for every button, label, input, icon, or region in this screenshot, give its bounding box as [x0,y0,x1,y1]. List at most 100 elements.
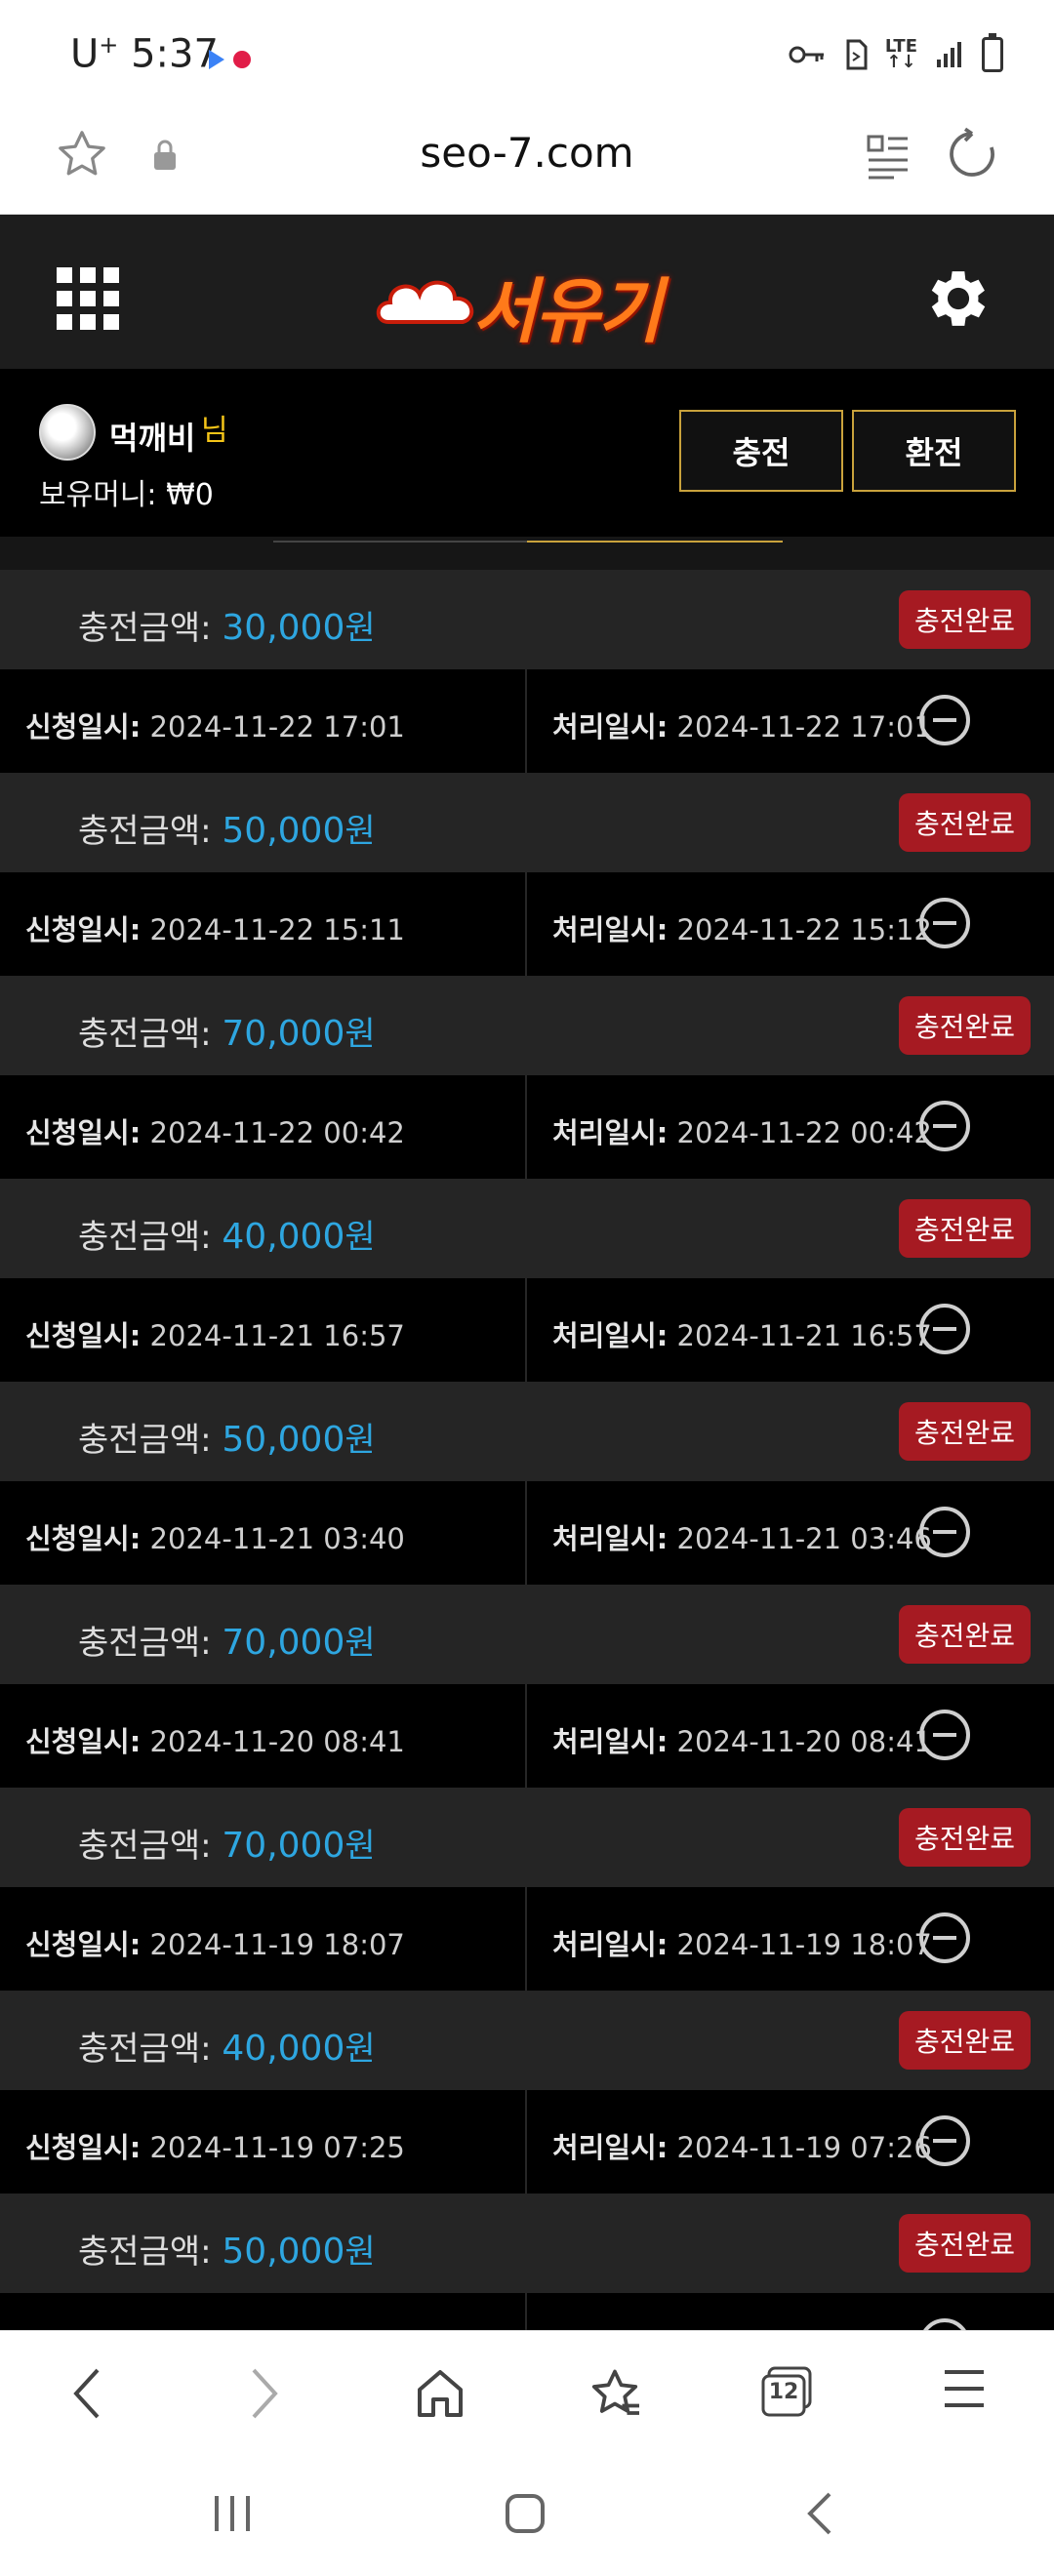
history-tabs [0,537,1054,570]
column-divider [525,2293,527,2330]
amount-value: 40,000 [222,1217,345,1257]
amount-unit: 원 [345,2030,376,2069]
process-date: 처리일시: 2024-11-20 08:41 [552,1719,932,1760]
amount-row: 충전금액: 40,000원 충전완료 [0,1991,1054,2090]
cloud-icon [376,280,474,324]
status-badge: 충전완료 [898,1605,1031,1664]
date-row: 신청일시: 2024-11-22 17:01 처리일시: 2024-11-22 … [0,669,1054,773]
request-date-value: 2024-11-21 16:57 [149,1319,405,1352]
list-item: 충전금액: 50,000원 충전완료 신청일시: 2024-11-21 03:4… [0,1382,1054,1585]
process-date-label: 처리일시: [552,1116,669,1149]
remove-circle-icon[interactable] [917,1099,972,1153]
request-date: 신청일시: 2024-11-22 00:42 [25,1110,405,1151]
list-item: 충전금액: 70,000원 충전완료 신청일시: 2024-11-19 18:0… [0,1788,1054,1991]
reload-icon[interactable] [945,127,999,181]
amount-text: 충전금액: 50,000원 [78,2225,376,2273]
date-row: 신청일시: 2024-11-20 08:41 처리일시: 2024-11-20 … [0,1684,1054,1788]
balance: 보유머니: ₩0 [39,470,214,513]
media-notification-icon [209,49,224,69]
amount-label: 충전금액: [78,1421,212,1460]
status-badge: 충전완료 [898,2011,1031,2070]
back-icon[interactable] [68,2364,107,2423]
tab-active-indicator[interactable] [527,537,783,543]
list-item: 충전금액: 30,000원 충전완료 신청일시: 2024-11-22 17:0… [0,570,1054,773]
site-logo[interactable]: 서유기 [375,244,677,352]
charge-button[interactable]: 충전 [679,410,843,492]
amount-row: 충전금액: 70,000원 충전완료 [0,1788,1054,1887]
list-item: 충전금액: 70,000원 충전완료 신청일시: 2024-11-22 00:4… [0,976,1054,1179]
column-divider [525,1887,527,1991]
list-item: 충전금액: 50,000원 충전완료 신청일시: 처리일시: [0,2194,1054,2330]
settings-gear-icon[interactable] [921,262,995,336]
status-bar: U+ 5:37 LTE ↑↓ [0,0,1054,107]
request-date-label: 신청일시: [25,710,142,744]
tabs-button[interactable]: 12 [759,2364,814,2419]
bookmarks-icon[interactable] [586,2364,644,2423]
remove-circle-icon[interactable] [917,693,972,747]
amount-text: 충전금액: 70,000원 [78,1819,376,1867]
process-date: 처리일시: 2024-11-21 16:57 [552,1313,932,1354]
browser-toolbar: 12 [0,2330,1054,2457]
amount-value: 50,000 [222,1420,345,1460]
reader-mode-icon[interactable] [865,131,912,181]
exchange-button[interactable]: 환전 [852,410,1016,492]
process-date: 처리일시: 2024-11-19 07:26 [552,2125,932,2166]
remove-circle-icon[interactable] [917,896,972,950]
remove-circle-icon[interactable] [917,1708,972,1762]
request-date-value: 2024-11-21 03:40 [149,1522,405,1555]
signal-icon [937,42,961,67]
process-date-value: 2024-11-22 00:42 [676,1116,932,1149]
amount-text: 충전금액: 30,000원 [78,601,376,649]
status-badge: 충전완료 [898,1808,1031,1867]
tab-charge-history[interactable] [273,537,527,543]
request-date-label: 신청일시: [25,1725,142,1758]
recent-apps-icon[interactable] [209,2490,256,2537]
process-date-label: 처리일시: [552,710,669,744]
process-date-label: 처리일시: [552,1522,669,1555]
request-date-label: 신청일시: [25,1116,142,1149]
date-row: 신청일시: 처리일시: [0,2293,1054,2330]
request-date-label: 신청일시: [25,1928,142,1961]
process-date-value: 2024-11-19 07:26 [676,2131,932,2164]
remove-circle-icon[interactable] [917,1302,972,1356]
site-header: 서유기 [0,215,1054,369]
process-date-value: 2024-11-21 16:57 [676,1319,932,1352]
home-icon[interactable] [414,2364,466,2423]
request-date-label: 신청일시: [25,1522,142,1555]
amount-unit: 원 [345,1421,376,1460]
request-date-label: 신청일시: [25,2131,142,2164]
process-date-value: 2024-11-19 18:07 [676,1928,932,1961]
forward-icon[interactable] [244,2364,283,2423]
amount-row: 충전금액: 70,000원 충전완료 [0,976,1054,1075]
hamburger-menu-icon[interactable] [941,2364,988,2413]
amount-unit: 원 [345,1624,376,1663]
remove-circle-icon[interactable] [917,2316,972,2330]
process-date-value: 2024-11-22 15:12 [676,913,932,946]
system-back-icon[interactable] [802,2490,841,2537]
key-icon [789,46,824,63]
status-badge: 충전완료 [898,590,1031,649]
status-badge: 충전완료 [898,1402,1031,1461]
home-button-icon[interactable] [502,2490,548,2537]
column-divider [525,2090,527,2194]
process-date-label: 처리일시: [552,1928,669,1961]
amount-unit: 원 [345,1015,376,1054]
tab-count: 12 [768,2380,799,2404]
process-date-value: 2024-11-21 03:46 [676,1522,932,1555]
request-date-value: 2024-11-19 07:25 [149,2131,405,2164]
amount-row: 충전금액: 50,000원 충전완료 [0,2194,1054,2293]
date-row: 신청일시: 2024-11-22 00:42 처리일시: 2024-11-22 … [0,1075,1054,1179]
amount-text: 충전금액: 70,000원 [78,1007,376,1055]
date-row: 신청일시: 2024-11-21 16:57 처리일시: 2024-11-21 … [0,1278,1054,1382]
amount-text: 충전금액: 50,000원 [78,1413,376,1461]
process-date-label: 처리일시: [552,913,669,946]
process-date: 처리일시: 2024-11-22 00:42 [552,1110,932,1151]
request-date-value: 2024-11-22 15:11 [149,913,405,946]
remove-circle-icon[interactable] [917,2113,972,2168]
amount-label: 충전금액: [78,1015,212,1054]
menu-grid-icon[interactable] [57,267,119,330]
remove-circle-icon[interactable] [917,1911,972,1965]
remove-circle-icon[interactable] [917,1505,972,1559]
browser-address-bar: seo-7.com [0,107,1054,215]
request-date: 신청일시: 2024-11-22 17:01 [25,704,405,745]
